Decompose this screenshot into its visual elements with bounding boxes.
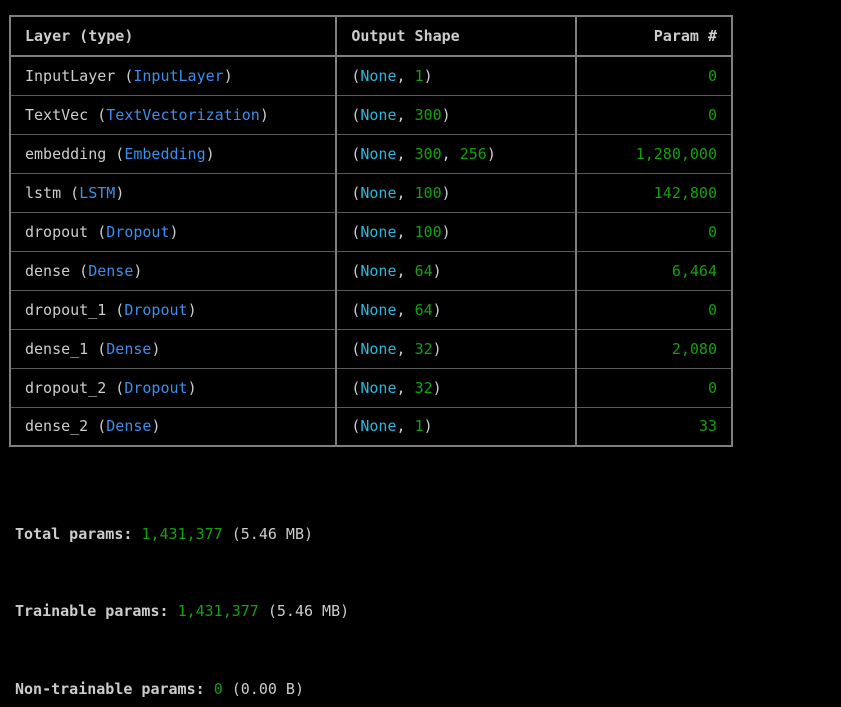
table-row: dense (Dense) (None, 64) 6,464 (8, 251, 734, 291)
layer-cell: InputLayer (InputLayer) (8, 56, 338, 96)
non-trainable-params-line: Non-trainable params: 0 (0.00 B) (15, 680, 304, 698)
output-shape-cell: (None, 32) (335, 368, 577, 408)
layer-name: dropout (25, 222, 89, 241)
output-shape-cell: (None, 100) (335, 173, 577, 213)
output-shape-cell: (None, 300, 256) (335, 134, 577, 174)
header-layer-type: Layer (type) (8, 16, 338, 57)
layer-cell: dense_2 (Dense) (8, 407, 338, 447)
shape-batch-dim: None (360, 105, 397, 124)
table-header-row: Layer (type) Output Shape Param # (8, 16, 734, 57)
table-body: InputLayer (InputLayer) (None, 1) 0 TextVec… (8, 56, 734, 447)
shape-dim: 32 (414, 378, 433, 397)
layer-type: Embedding (124, 144, 206, 163)
shape-dim: 300 (414, 105, 442, 124)
table-row: TextVec (TextVectorization) (None, 300) 0 (8, 95, 734, 135)
header-output-shape: Output Shape (335, 16, 577, 57)
layer-type: Dropout (106, 222, 170, 241)
param-count-cell: 6,464 (574, 251, 734, 291)
layer-type: TextVectorization (106, 105, 260, 124)
table-row: InputLayer (InputLayer) (None, 1) 0 (8, 56, 734, 96)
layer-name: dropout_1 (25, 300, 107, 319)
layer-cell: dense_1 (Dense) (8, 329, 338, 369)
shape-batch-dim: None (360, 222, 397, 241)
total-params-label: Total params: (15, 525, 133, 543)
output-shape-cell: (None, 64) (335, 251, 577, 291)
shape-batch-dim: None (360, 183, 397, 202)
shape-batch-dim: None (360, 300, 397, 319)
non-trainable-params-value: 0 (213, 680, 223, 698)
layer-cell: lstm (LSTM) (8, 173, 338, 213)
shape-dim: 64 (414, 261, 433, 280)
output-shape-cell: (None, 300) (335, 95, 577, 135)
layer-type: Dropout (124, 300, 188, 319)
total-params-size: (5.46 MB) (231, 525, 314, 543)
layer-cell: dropout_1 (Dropout) (8, 290, 338, 330)
output-shape-cell: (None, 100) (335, 212, 577, 252)
param-count-cell: 33 (574, 407, 734, 447)
shape-dim: 100 (414, 183, 442, 202)
shape-dim: 1 (414, 66, 424, 85)
shape-dim: 1 (414, 417, 424, 436)
layer-cell: embedding (Embedding) (8, 134, 338, 174)
shape-dim: 100 (414, 222, 442, 241)
table-row: dense_1 (Dense) (None, 32) 2,080 (8, 329, 734, 369)
layer-type: Dense (88, 261, 134, 280)
trainable-params-line: Trainable params: 1,431,377 (5.46 MB) (15, 602, 349, 620)
output-shape-cell: (None, 32) (335, 329, 577, 369)
layer-type: Dense (106, 417, 152, 436)
layer-name: dense (25, 261, 71, 280)
layer-type: InputLayer (133, 66, 224, 85)
layer-cell: TextVec (TextVectorization) (8, 95, 338, 135)
trainable-params-label: Trainable params: (15, 602, 169, 620)
layer-name: lstm (25, 183, 62, 202)
shape-batch-dim: None (360, 417, 397, 436)
table-row: dropout_2 (Dropout) (None, 32) 0 (8, 368, 734, 408)
non-trainable-params-size: (0.00 B) (231, 680, 304, 698)
shape-batch-dim: None (360, 66, 397, 85)
param-count-cell: 2,080 (574, 329, 734, 369)
shape-batch-dim: None (360, 339, 397, 358)
param-count-cell: 1,280,000 (574, 134, 734, 174)
layer-type: Dropout (124, 378, 188, 397)
layer-cell: dropout (Dropout) (8, 212, 338, 252)
header-param-count: Param # (574, 16, 734, 57)
param-count-cell: 142,800 (574, 173, 734, 213)
non-trainable-params-label: Non-trainable params: (15, 680, 205, 698)
total-params-line: Total params: 1,431,377 (5.46 MB) (15, 525, 313, 543)
output-shape-cell: (None, 64) (335, 290, 577, 330)
param-count-cell: 0 (574, 56, 734, 96)
total-params-value: 1,431,377 (141, 525, 223, 543)
layer-name: dense_2 (25, 417, 89, 436)
shape-dim: 32 (414, 339, 433, 358)
layer-name: dropout_2 (25, 378, 107, 397)
shape-batch-dim: None (360, 378, 397, 397)
layer-name: embedding (25, 144, 107, 163)
shape-batch-dim: None (360, 261, 397, 280)
table-row: dense_2 (Dense) (None, 1) 33 (8, 407, 734, 447)
table-row: embedding (Embedding) (None, 300, 256) 1,2… (8, 134, 734, 174)
layer-name: InputLayer (25, 66, 116, 85)
layer-name: dense_1 (25, 339, 89, 358)
table-row: lstm (LSTM) (None, 100) 142,800 (8, 173, 734, 213)
param-count-cell: 0 (574, 212, 734, 252)
param-count-cell: 0 (574, 95, 734, 135)
layer-name: TextVec (25, 105, 89, 124)
output-shape-cell: (None, 1) (335, 407, 577, 447)
trainable-params-value: 1,431,377 (177, 602, 259, 620)
param-count-cell: 0 (574, 368, 734, 408)
shape-dim: 300 (414, 144, 442, 163)
shape-batch-dim: None (360, 144, 397, 163)
model-summary-table: Layer (type) Output Shape Param # InputL… (8, 15, 734, 447)
param-count-cell: 0 (574, 290, 734, 330)
layer-type: LSTM (79, 183, 116, 202)
layer-type: Dense (106, 339, 152, 358)
table-row: dropout_1 (Dropout) (None, 64) 0 (8, 290, 734, 330)
output-shape-cell: (None, 1) (335, 56, 577, 96)
layer-cell: dropout_2 (Dropout) (8, 368, 338, 408)
table-row: dropout (Dropout) (None, 100) 0 (8, 212, 734, 252)
shape-dim: 256 (459, 144, 487, 163)
shape-dim: 64 (414, 300, 433, 319)
layer-cell: dense (Dense) (8, 251, 338, 291)
trainable-params-size: (5.46 MB) (267, 602, 350, 620)
